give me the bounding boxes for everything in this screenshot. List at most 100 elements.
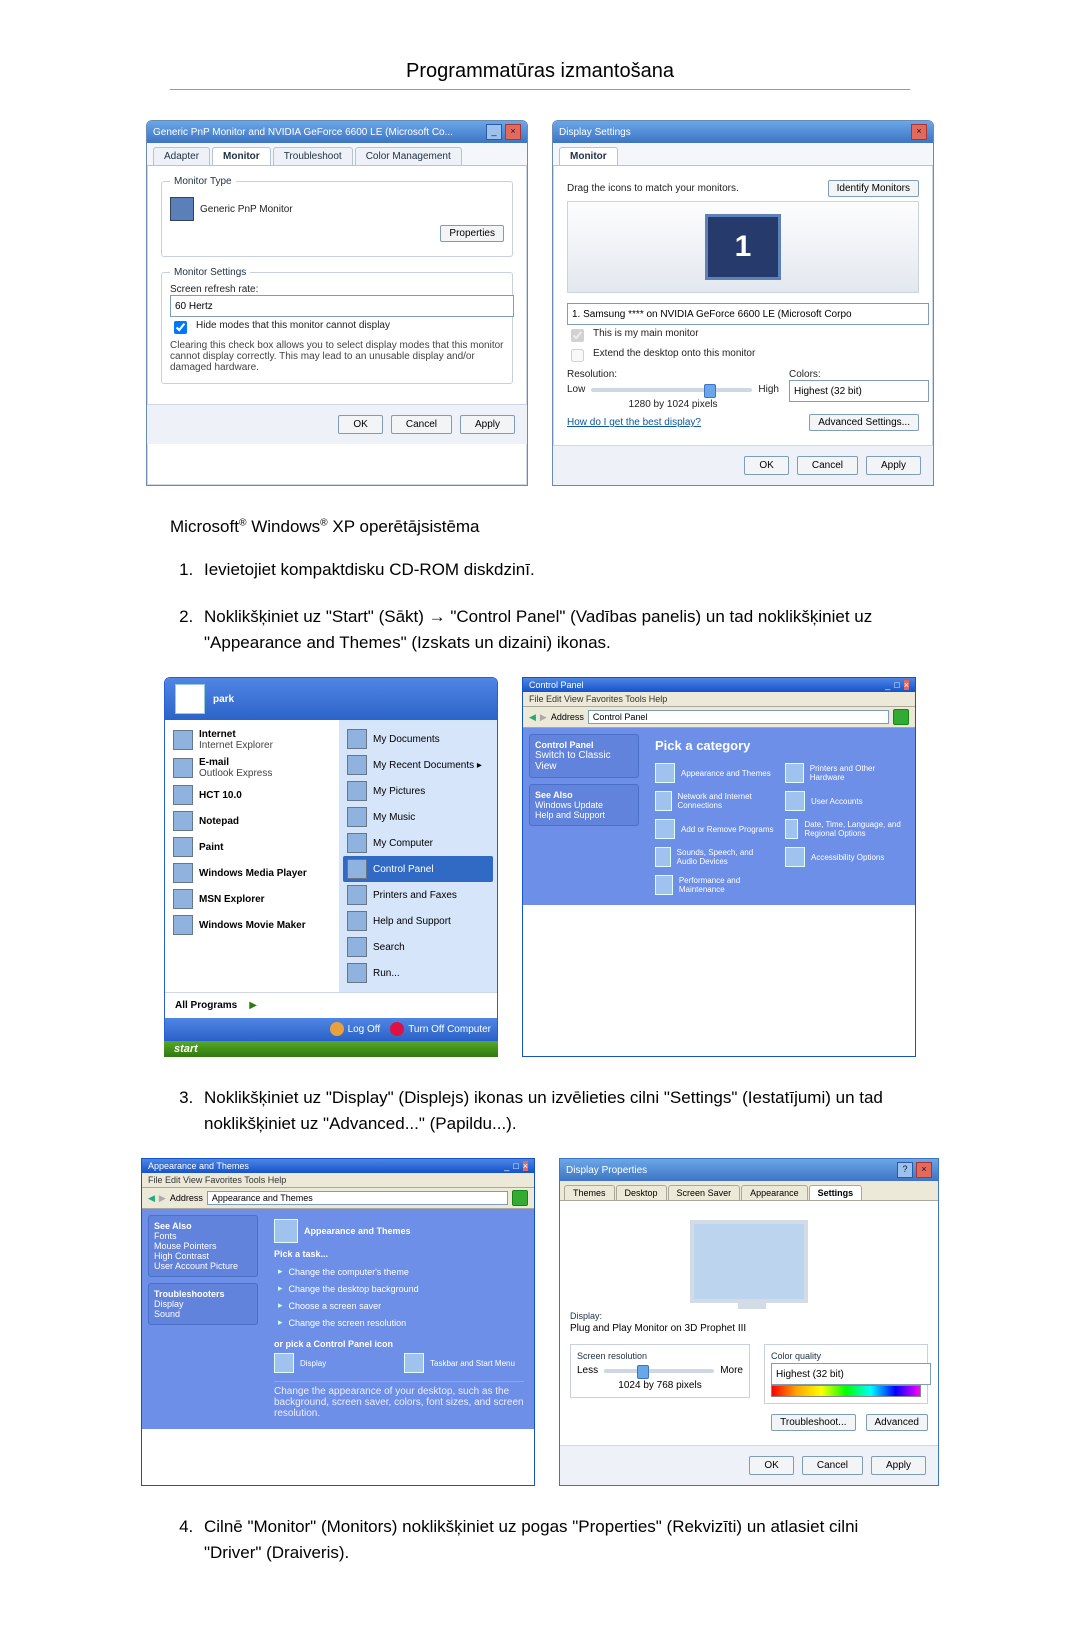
menubar[interactable]: File Edit View Favorites Tools Help	[142, 1173, 534, 1188]
side-item[interactable]: Display	[154, 1299, 184, 1309]
start-item[interactable]: HCT 10.0	[169, 782, 335, 808]
best-display-link[interactable]: How do I get the best display?	[567, 417, 701, 428]
tab-adapter[interactable]: Adapter	[153, 147, 210, 165]
side-item[interactable]: Help and Support	[535, 810, 605, 820]
start-item[interactable]: Search	[343, 934, 493, 960]
fwd-icon[interactable]: ▶	[540, 712, 547, 723]
side-item[interactable]: Fonts	[154, 1231, 177, 1241]
back-icon[interactable]: ◀	[148, 1193, 155, 1204]
turn-off-button[interactable]: Turn Off Computer	[390, 1022, 491, 1036]
colors-select[interactable]: Highest (32 bit)	[789, 380, 929, 402]
cp-icon-display[interactable]: Display	[274, 1353, 394, 1373]
apply-button[interactable]: Apply	[871, 1456, 926, 1475]
ok-button[interactable]: OK	[744, 456, 788, 475]
help-button[interactable]: ?	[897, 1162, 913, 1178]
task-link[interactable]: ▸ Choose a screen saver	[274, 1297, 524, 1314]
side-item[interactable]: Sound	[154, 1309, 180, 1319]
start-item[interactable]: My Documents	[343, 726, 493, 752]
monitor-layout[interactable]: 1	[567, 201, 919, 293]
fwd-icon[interactable]: ▶	[159, 1193, 166, 1204]
cp-icon-taskbar[interactable]: Taskbar and Start Menu	[404, 1353, 524, 1373]
side-item[interactable]: High Contrast	[154, 1251, 209, 1261]
advanced-button[interactable]: Advanced Settings...	[809, 414, 919, 431]
hide-modes-checkbox[interactable]	[174, 321, 187, 334]
category-item[interactable]: Appearance and Themes	[655, 763, 775, 783]
max-button[interactable]: □	[894, 680, 899, 690]
go-button[interactable]	[893, 709, 909, 725]
switch-classic-link[interactable]: Switch to Classic View	[535, 750, 611, 772]
category-item[interactable]: Add or Remove Programs	[655, 819, 775, 839]
log-off-button[interactable]: Log Off	[330, 1022, 381, 1036]
start-item[interactable]: My Recent Documents ▸	[343, 752, 493, 778]
tab-monitor[interactable]: Monitor	[559, 147, 618, 165]
max-button[interactable]: □	[513, 1161, 518, 1171]
address-field[interactable]: Control Panel	[588, 710, 889, 724]
tab-themes[interactable]: Themes	[564, 1185, 615, 1200]
ok-button[interactable]: OK	[749, 1456, 793, 1475]
side-item[interactable]: Windows Update	[535, 800, 603, 810]
troubleshoot-button[interactable]: Troubleshoot...	[771, 1414, 855, 1431]
back-icon[interactable]: ◀	[529, 712, 536, 723]
start-item[interactable]: InternetInternet Explorer	[169, 726, 335, 754]
start-item[interactable]: My Music	[343, 804, 493, 830]
identify-button[interactable]: Identify Monitors	[828, 180, 919, 197]
screen-res-slider[interactable]: Less More	[577, 1365, 743, 1376]
close-button[interactable]: ×	[904, 680, 909, 690]
ok-button[interactable]: OK	[338, 415, 382, 434]
category-item[interactable]: User Accounts	[785, 791, 905, 811]
min-button[interactable]: _	[486, 124, 502, 140]
min-button[interactable]: _	[504, 1161, 509, 1171]
task-link[interactable]: ▸ Change the computer's theme	[274, 1263, 524, 1280]
cancel-button[interactable]: Cancel	[797, 456, 858, 475]
menubar[interactable]: File Edit View Favorites Tools Help	[523, 692, 915, 707]
category-item[interactable]: Network and Internet Connections	[655, 791, 775, 811]
category-item[interactable]: Performance and Maintenance	[655, 875, 775, 895]
category-item[interactable]: Accessibility Options	[785, 847, 905, 867]
start-item[interactable]: Windows Media Player	[169, 860, 335, 886]
tab-screensaver[interactable]: Screen Saver	[668, 1185, 741, 1200]
tab-appearance[interactable]: Appearance	[741, 1185, 808, 1200]
task-link[interactable]: ▸ Change the desktop background	[274, 1280, 524, 1297]
cancel-button[interactable]: Cancel	[802, 1456, 863, 1475]
side-item[interactable]: Mouse Pointers	[154, 1241, 217, 1251]
monitor-icon-1[interactable]: 1	[705, 214, 781, 280]
apply-button[interactable]: Apply	[460, 415, 515, 434]
start-item[interactable]: Paint	[169, 834, 335, 860]
start-item[interactable]: MSN Explorer	[169, 886, 335, 912]
category-item[interactable]: Printers and Other Hardware	[785, 763, 905, 783]
start-item[interactable]: Control Panel	[343, 856, 493, 882]
start-item[interactable]: My Pictures	[343, 778, 493, 804]
task-link[interactable]: ▸ Change the screen resolution	[274, 1314, 524, 1331]
close-button[interactable]: ×	[505, 124, 521, 140]
tab-colormgmt[interactable]: Color Management	[355, 147, 462, 165]
tab-monitor[interactable]: Monitor	[212, 147, 271, 165]
side-item[interactable]: User Account Picture	[154, 1261, 238, 1271]
tab-troubleshoot[interactable]: Troubleshoot	[273, 147, 353, 165]
start-item[interactable]: My Computer	[343, 830, 493, 856]
start-item[interactable]: Notepad	[169, 808, 335, 834]
go-button[interactable]	[512, 1190, 528, 1206]
category-item[interactable]: Sounds, Speech, and Audio Devices	[655, 847, 775, 867]
start-item[interactable]: Printers and Faxes	[343, 882, 493, 908]
apply-button[interactable]: Apply	[866, 456, 921, 475]
start-item[interactable]: E-mailOutlook Express	[169, 754, 335, 782]
start-button[interactable]: start	[164, 1041, 498, 1057]
min-button[interactable]: _	[885, 680, 890, 690]
close-button[interactable]: ×	[911, 124, 927, 140]
advanced-button[interactable]: Advanced	[866, 1414, 928, 1431]
cancel-button[interactable]: Cancel	[391, 415, 452, 434]
color-quality-select[interactable]: Highest (32 bit)	[771, 1363, 931, 1385]
resolution-slider[interactable]: Low High	[567, 384, 779, 395]
refresh-select[interactable]: 60 Hertz	[170, 295, 514, 317]
properties-button[interactable]: Properties	[440, 225, 504, 242]
start-item[interactable]: Help and Support	[343, 908, 493, 934]
start-item[interactable]: Windows Movie Maker	[169, 912, 335, 938]
close-button[interactable]: ×	[916, 1162, 932, 1178]
tab-desktop[interactable]: Desktop	[616, 1185, 667, 1200]
address-field[interactable]: Appearance and Themes	[207, 1191, 508, 1205]
category-item[interactable]: Date, Time, Language, and Regional Optio…	[785, 819, 905, 839]
tab-settings[interactable]: Settings	[809, 1185, 863, 1200]
close-button[interactable]: ×	[523, 1161, 528, 1171]
monitor-select[interactable]: 1. Samsung **** on NVIDIA GeForce 6600 L…	[567, 303, 929, 325]
start-item[interactable]: Run...	[343, 960, 493, 986]
